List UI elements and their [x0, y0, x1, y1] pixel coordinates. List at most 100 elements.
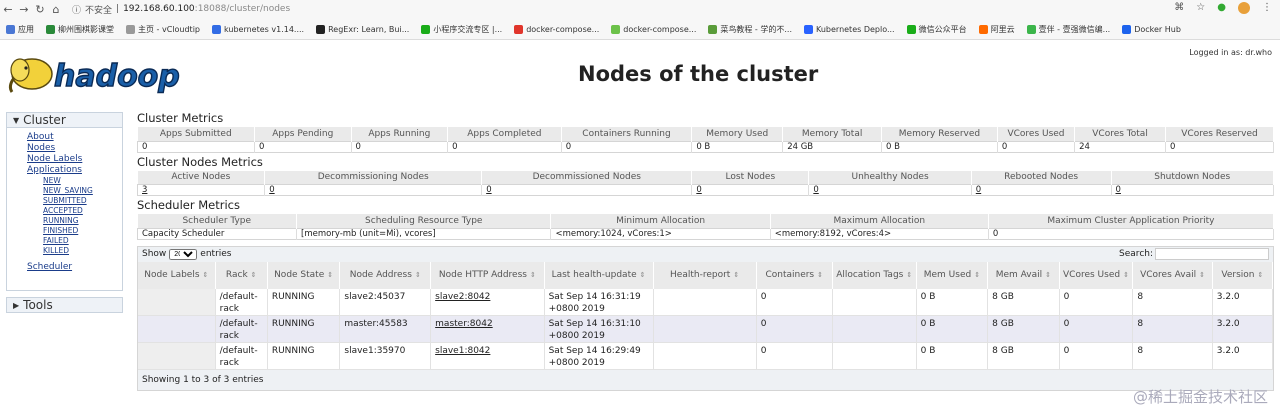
metric-value-rebooted-nodes[interactable]: 0 [971, 184, 1112, 196]
bookmark-item[interactable]: 菜鸟教程 - 学的不... [708, 24, 792, 35]
app-state-finished[interactable]: FINISHED [27, 226, 122, 236]
table-row: /default-rack RUNNING slave2:45037 slave2:8… [138, 288, 1274, 316]
star-icon[interactable]: ☆ [1196, 2, 1205, 14]
bookmark-label: 微信公众平台 [918, 24, 967, 34]
metric-header-vcores-used: VCores Used [997, 127, 1076, 141]
bookmark-item[interactable]: 壹伴 - 壹强微信编... [1026, 24, 1110, 35]
sidebar-link-node-labels[interactable]: Node Labels [27, 154, 122, 165]
logo-text: hadoop [54, 59, 180, 94]
cell-node-http-address[interactable]: slave1:8042 [430, 342, 545, 370]
metric-header-rebooted-nodes: Rebooted Nodes [971, 170, 1112, 185]
bookmark-item[interactable]: 应用 [6, 24, 34, 35]
reload-icon[interactable]: ↻ [32, 3, 48, 16]
column-header-label: Last health-update [551, 270, 637, 280]
cell-allocation-tags [832, 288, 917, 316]
bookmark-item[interactable]: docker-compose... [514, 24, 599, 34]
cell-last-health-update: Sat Sep 14 16:29:49 +0800 2019 [544, 342, 654, 370]
home-icon[interactable]: ⌂ [48, 3, 64, 16]
column-header-node-http-address[interactable]: Node HTTP Address ⇕ [430, 261, 545, 289]
metric-header-containers-running: Containers Running [561, 127, 693, 141]
security-label: 不安全 [85, 5, 113, 16]
bookmark-item[interactable]: RegExr: Learn, Bui... [316, 24, 409, 34]
metric-value-lost-nodes[interactable]: 0 [691, 184, 810, 196]
column-header-vcores-avail[interactable]: VCores Avail ⇕ [1132, 261, 1213, 289]
column-header-node-state[interactable]: Node State ⇕ [267, 261, 341, 289]
metric-header-vcores-reserved: VCores Reserved [1165, 127, 1275, 141]
app-state-new[interactable]: NEW [27, 176, 122, 186]
bookmark-icon [804, 24, 813, 34]
metric-value-shutdown-nodes[interactable]: 0 [1111, 184, 1274, 196]
bookmark-label: 柳州围棋影课堂 [58, 24, 114, 34]
sort-icon: ⇕ [1045, 271, 1052, 279]
sidebar-link-applications[interactable]: Applications [27, 165, 122, 176]
app-state-running[interactable]: RUNNING [27, 216, 122, 226]
bookmark-label: 阿里云 [990, 24, 1015, 34]
cluster-section-header[interactable]: ▼ Cluster [6, 112, 123, 128]
cell-mem-avail: 8 GB [987, 342, 1060, 370]
bookmark-item[interactable]: 微信公众平台 [906, 24, 967, 35]
column-header-last-health-update[interactable]: Last health-update ⇕ [544, 261, 654, 289]
metric-value-active-nodes[interactable]: 3 [137, 184, 266, 196]
sort-icon: ⇕ [639, 271, 646, 279]
sort-icon: ⇕ [250, 271, 257, 279]
forward-icon[interactable]: → [16, 3, 32, 16]
column-header-rack[interactable]: Rack ⇕ [215, 261, 268, 289]
bookmark-item[interactable]: 主页 - vCloudtip [126, 24, 200, 35]
column-header-health-report[interactable]: Health-report ⇕ [653, 261, 757, 289]
sidebar-link-about[interactable]: About [27, 132, 122, 143]
tools-section-header[interactable]: ▶ Tools [6, 297, 123, 313]
bookmark-item[interactable]: Docker Hub [1122, 24, 1181, 34]
metric-value-decommissioning-nodes[interactable]: 0 [264, 184, 483, 196]
bookmark-item[interactable]: Kubernetes Deplo... [804, 24, 895, 34]
cell-mem-used: 0 B [916, 315, 989, 343]
bookmark-item[interactable]: 小程序交流专区 |... [421, 24, 502, 35]
bookmark-item[interactable]: 柳州围棋影课堂 [46, 24, 114, 35]
translate-icon[interactable]: ⌘ [1174, 2, 1184, 14]
hadoop-logo[interactable]: hadoop [6, 50, 206, 100]
profile-avatar[interactable] [1238, 2, 1250, 14]
metric-value-decommissioned-nodes[interactable]: 0 [481, 184, 693, 196]
metric-value-unhealthy-nodes[interactable]: 0 [808, 184, 972, 196]
address-bar[interactable]: ⓘ 不安全 | 192.168.60.100:18088/cluster/nod… [72, 3, 290, 16]
sidebar-link-nodes[interactable]: Nodes [27, 143, 122, 154]
page-size-select[interactable]: 20 [169, 248, 198, 260]
column-header-containers[interactable]: Containers ⇕ [756, 261, 833, 289]
cell-node-http-address[interactable]: master:8042 [430, 315, 545, 343]
app-state-killed[interactable]: KILLED [27, 246, 122, 256]
metric-value-maximum-cluster-application-priority: 0 [988, 228, 1275, 239]
extension-icon[interactable]: ● [1217, 2, 1226, 14]
metric-header-scheduler-type: Scheduler Type [137, 214, 298, 228]
bookmark-label: 菜鸟教程 - 学的不... [720, 24, 792, 34]
cell-mem-used: 0 B [916, 288, 989, 316]
column-header-vcores-used[interactable]: VCores Used ⇕ [1059, 261, 1134, 289]
search-label: Search: [1119, 249, 1153, 259]
datatable-info: Showing 1 to 3 of 3 entries [138, 370, 1273, 390]
app-state-failed[interactable]: FAILED [27, 236, 122, 246]
metric-header-maximum-cluster-application-priority: Maximum Cluster Application Priority [988, 214, 1275, 228]
scheduler-metrics-title: Scheduler Metrics [137, 198, 240, 212]
metric-value-minimum-allocation: <memory:1024, vCores:1> [550, 228, 771, 239]
cluster-metrics-table: Apps Submitted Apps Pending Apps Running Ap… [137, 127, 1275, 153]
cell-vcores-used: 0 [1059, 288, 1134, 316]
app-state-accepted[interactable]: ACCEPTED [27, 206, 122, 216]
bookmark-item[interactable]: kubernetes v1.14.... [212, 24, 304, 34]
column-header-version[interactable]: Version ⇕ [1212, 261, 1274, 289]
sidebar-link-scheduler[interactable]: Scheduler [27, 262, 122, 273]
bookmark-item[interactable]: 阿里云 [978, 24, 1015, 35]
search-input[interactable] [1155, 248, 1269, 260]
metric-header-scheduling-resource-type: Scheduling Resource Type [296, 214, 552, 228]
column-header-allocation-tags[interactable]: Allocation Tags ⇕ [832, 261, 917, 289]
app-state-submitted[interactable]: SUBMITTED [27, 196, 122, 206]
back-icon[interactable]: ← [0, 3, 16, 16]
column-header-node-labels[interactable]: Node Labels ⇕ [138, 261, 216, 289]
column-header-node-address[interactable]: Node Address ⇕ [339, 261, 432, 289]
column-header-mem-used[interactable]: Mem Used ⇕ [916, 261, 989, 289]
cell-node-http-address[interactable]: slave2:8042 [430, 288, 545, 316]
cell-mem-avail: 8 GB [987, 288, 1060, 316]
menu-icon[interactable]: ⋮ [1262, 2, 1272, 14]
bookmark-item[interactable]: docker-compose... [611, 24, 696, 34]
column-header-mem-avail[interactable]: Mem Avail ⇕ [987, 261, 1060, 289]
metric-header-apps-pending: Apps Pending [254, 127, 352, 141]
app-state-new-saving[interactable]: NEW_SAVING [27, 186, 122, 196]
cell-health-report [653, 342, 757, 370]
